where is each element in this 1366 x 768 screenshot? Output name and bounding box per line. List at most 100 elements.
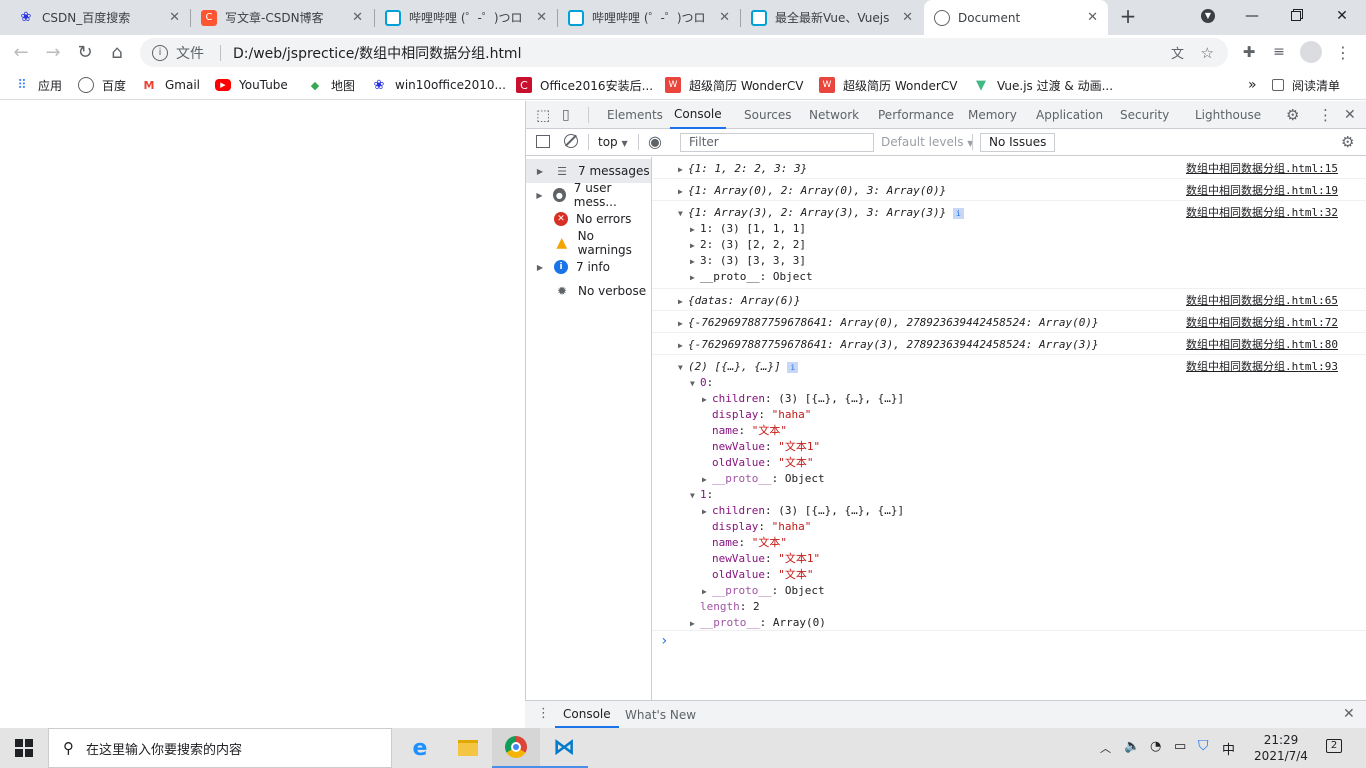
bookmark-office2016[interactable]: C Office2016安装后... [516,76,653,94]
clear-console-icon[interactable] [564,134,578,148]
property-row[interactable]: ▶ __proto__: Object [690,269,813,285]
source-link[interactable]: 数组中相同数据分组.html:80 [1186,337,1338,353]
bookmark-wondercv[interactable]: W 超级简历 WonderCV [819,76,957,94]
property-row[interactable]: ▼ 1: [690,487,713,503]
tab-console[interactable]: Console [670,101,726,129]
close-window-button[interactable]: ✕ [1320,0,1364,32]
source-link[interactable]: 数组中相同数据分组.html:65 [1186,293,1338,309]
property-row[interactable]: ▼ 0: [690,375,713,391]
close-tab-icon[interactable]: ✕ [1087,10,1098,25]
close-tab-icon[interactable]: ✕ [902,10,913,25]
property-row[interactable]: oldValue: "文本" [712,455,813,471]
console-message[interactable]: ▶ {-7629697887759678641: Array(0), 278923… [652,311,1366,333]
taskbar-file-explorer[interactable] [444,728,492,768]
bookmark-gmail[interactable]: M Gmail [141,76,201,94]
close-tab-icon[interactable]: ✕ [536,10,547,25]
drawer-tab-console[interactable]: Console [555,701,619,728]
translate-icon[interactable]: 文 [1171,43,1184,62]
property-row[interactable]: length: 2 [700,599,760,615]
taskbar-chrome[interactable] [492,728,540,768]
close-drawer-icon[interactable]: ✕ [1343,706,1355,722]
browser-tab[interactable]: 哔哩哔哩 (゜-゜)つロ ✕ [375,0,557,35]
sidebar-item-info[interactable]: ▶ i 7 info [526,255,651,279]
tab-memory[interactable]: Memory [968,101,1017,129]
sidebar-item-errors[interactable]: ✕ No errors [526,207,651,231]
inspect-element-icon[interactable]: ⬚ [536,101,550,129]
battery-icon[interactable]: ▭ [1174,739,1186,754]
property-row[interactable]: display: "haha" [712,407,811,423]
console-filter-input[interactable]: Filter [680,133,874,152]
source-link[interactable]: 数组中相同数据分组.html:15 [1186,161,1338,177]
url-text[interactable]: D:/web/jsprectice/数组中相同数据分组.html [233,43,521,63]
settings-gear-icon[interactable]: ⚙ [1286,101,1299,129]
console-message[interactable]: ▶ {-7629697887759678641: Array(3), 278923… [652,333,1366,355]
browser-tab[interactable]: 哔哩哔哩 (゜-゜)つロ ✕ [558,0,740,35]
console-message-expanded[interactable]: ▼ (2) [{…}, {…}] i 数组中相同数据分组.html:93 ▼ 0: … [652,355,1366,631]
forward-button[interactable]: → [40,39,66,65]
bookmark-youtube[interactable]: ▶ YouTube [215,76,288,94]
address-bar[interactable]: i 文件 D:/web/jsprectice/数组中相同数据分组.html 文 … [140,38,1228,67]
bookmark-star-icon[interactable]: ☆ [1201,44,1214,62]
info-badge-icon[interactable]: i [787,362,799,373]
bookmark-maps[interactable]: ◆ 地图 [307,76,355,94]
drawer-menu-icon[interactable]: ⋮ [537,706,550,721]
tab-network[interactable]: Network [809,101,859,129]
property-row[interactable]: display: "haha" [712,519,811,535]
security-shield-icon[interactable]: ⛉ [1198,738,1209,754]
show-hidden-icons[interactable]: ︿ [1100,740,1111,756]
sidebar-toggle-icon[interactable] [536,135,550,148]
console-prompt[interactable]: › [660,633,668,649]
property-row[interactable]: ▶ children: (3) [{…}, {…}, {…}] [702,391,904,407]
info-icon[interactable]: i [152,44,168,61]
clock[interactable]: 21:29 2021/7/4 [1246,732,1316,764]
browser-tab[interactable]: C 写文章-CSDN博客 ✕ [191,0,373,35]
sidebar-item-messages[interactable]: ▶ ☰ 7 messages [526,159,651,183]
start-button[interactable] [0,728,48,768]
notification-center[interactable]: 2 [1324,738,1344,758]
property-row[interactable]: newValue: "文本1" [712,551,820,567]
property-row[interactable]: name: "文本" [712,535,787,551]
minimize-button[interactable]: — [1230,0,1274,32]
property-row[interactable]: newValue: "文本1" [712,439,820,455]
sidebar-item-warnings[interactable]: ▲ No warnings [526,229,651,257]
browser-tab[interactable]: 最全最新Vue、Vuejs ✕ [741,0,923,35]
console-message[interactable]: ▶ {1: Array(0), 2: Array(0), 3: Array(0)}… [652,179,1366,201]
tab-performance[interactable]: Performance [878,101,954,129]
live-expression-eye-icon[interactable]: ◉ [648,132,662,151]
issues-button[interactable]: No Issues [980,133,1056,152]
restore-button[interactable] [1274,0,1318,32]
ime-indicator[interactable]: 中 [1222,739,1235,758]
tab-application[interactable]: Application [1036,101,1103,129]
console-message-expanded[interactable]: ▼ {1: Array(3), 2: Array(3), 3: Array(3)}… [652,201,1366,289]
info-badge-icon[interactable]: i [952,208,964,219]
more-bookmarks-button[interactable]: » [1248,76,1257,94]
bookmark-win10office[interactable]: ❀ win10office2010... [371,76,506,94]
network-icon[interactable]: ◔ [1150,739,1161,754]
property-row[interactable]: ▶ 3: (3) [3, 3, 3] [690,253,806,269]
console-message[interactable]: ▶ {1: 1, 2: 2, 3: 3} 数组中相同数据分组.html:15 [652,157,1366,179]
devtools-menu-icon[interactable]: ⋮ [1318,101,1333,129]
taskbar-vscode[interactable]: ⋈ [540,728,588,768]
browser-tab[interactable]: ❀ CSDN_百度搜索 ✕ [8,0,190,35]
property-row[interactable]: ▶ 2: (3) [2, 2, 2] [690,237,806,253]
close-tab-icon[interactable]: ✕ [352,10,363,25]
bookmark-baidu[interactable]: 百度 [78,76,126,94]
property-row[interactable]: name: "文本" [712,423,787,439]
property-row[interactable]: ▶ __proto__: Array(0) [690,615,826,631]
tab-elements[interactable]: Elements [607,101,663,129]
property-row[interactable]: ▶ __proto__: Object [702,583,825,599]
property-row[interactable]: ▶ 1: (3) [1, 1, 1] [690,221,806,237]
close-tab-icon[interactable]: ✕ [719,10,730,25]
sidebar-item-verbose[interactable]: ✹ No verbose [526,279,651,303]
tab-security[interactable]: Security [1120,101,1169,129]
console-settings-icon[interactable]: ⚙ [1341,133,1354,151]
bookmark-apps[interactable]: ⠿ 应用 [14,76,62,94]
tab-lighthouse[interactable]: Lighthouse [1195,101,1261,129]
extensions-icon[interactable]: ✚ [1236,39,1262,65]
device-toolbar-icon[interactable]: ▯ [562,101,570,129]
reload-button[interactable]: ↻ [72,39,98,65]
tab-search-button[interactable]: ▼ [1186,0,1230,32]
taskbar-edge[interactable]: e [396,728,444,768]
taskbar-search-box[interactable]: ⚲ 在这里输入你要搜索的内容 [48,728,392,768]
property-row[interactable]: ▶ children: (3) [{…}, {…}, {…}] [702,503,904,519]
